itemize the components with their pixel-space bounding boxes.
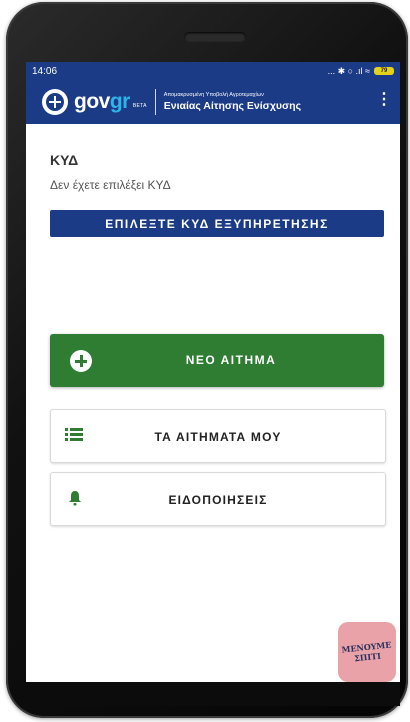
status-bar: 14:06 ... ✱ ○ .ıl ≈ 79 xyxy=(26,62,400,80)
my-requests-button[interactable]: ΤΑ ΑΙΤΗΜΑΤΑ ΜΟΥ xyxy=(50,409,386,463)
kebab-menu-icon[interactable]: ⋮ xyxy=(376,92,392,108)
my-requests-label: ΤΑ ΑΙΤΗΜΑΤΑ ΜΟΥ xyxy=(154,430,282,444)
badge-line-2: ΣΠΙΤΙ xyxy=(353,650,382,664)
badge-text: ΜΕΝΟΥΜΕ ΣΠΙΤΙ xyxy=(341,639,393,664)
appbar-divider xyxy=(154,89,156,115)
phone-frame: 14:06 ... ✱ ○ .ıl ≈ 79 govgr BETA Απομακ… xyxy=(6,2,408,718)
kyd-status-text: Δεν έχετε επιλέξει ΚΥΔ xyxy=(50,178,171,192)
menoume-spiti-badge[interactable]: ΜΕΝΟΥΜΕ ΣΠΙΤΙ xyxy=(338,622,396,682)
greek-emblem-icon xyxy=(42,89,68,115)
status-indicator-icons: ... ✱ ○ .ıl ≈ xyxy=(327,65,370,76)
logo-gov-text: gov xyxy=(74,90,110,113)
app-subtitle: Απομακρυσμένη Υποβολή Αγροτεμαχίων xyxy=(163,92,264,98)
beta-label: BETA xyxy=(132,103,147,109)
new-request-label: ΝΕΟ ΑΙΤΗΜΑ xyxy=(185,353,277,367)
kyd-heading: ΚΥΔ xyxy=(50,152,79,168)
status-time: 14:06 xyxy=(32,65,58,77)
battery-icon: 79 xyxy=(374,67,394,75)
app-title: Ενιαίας Αίτησης Ενίσχυσης xyxy=(163,100,302,112)
logo-gr-text: gr xyxy=(109,90,131,113)
phone-screen: 14:06 ... ✱ ○ .ıl ≈ 79 govgr BETA Απομακ… xyxy=(26,62,400,682)
phone-bottom-bezel xyxy=(26,682,400,706)
new-request-button[interactable]: ΝΕΟ ΑΙΤΗΜΑ xyxy=(50,334,384,387)
select-kyd-button[interactable]: ΕΠΙΛΕΞΤΕ ΚΥΔ ΕΞΥΠΗΡΕΤΗΣΗΣ xyxy=(50,210,384,237)
app-titles: Απομακρυσμένη Υποβολή Αγροτεμαχίων Ενιαί… xyxy=(164,91,301,113)
status-indicators: ... ✱ ○ .ıl ≈ 79 xyxy=(328,66,394,77)
govgr-logo[interactable]: govgr xyxy=(74,90,130,114)
notifications-label: ΕΙΔΟΠΟΙΗΣΕΙΣ xyxy=(168,493,268,507)
phone-speaker xyxy=(184,32,246,42)
notifications-button[interactable]: ΕΙΔΟΠΟΙΗΣΕΙΣ xyxy=(50,472,386,526)
app-bar: govgr BETA Απομακρυσμένη Υποβολή Αγροτεμ… xyxy=(26,80,400,124)
